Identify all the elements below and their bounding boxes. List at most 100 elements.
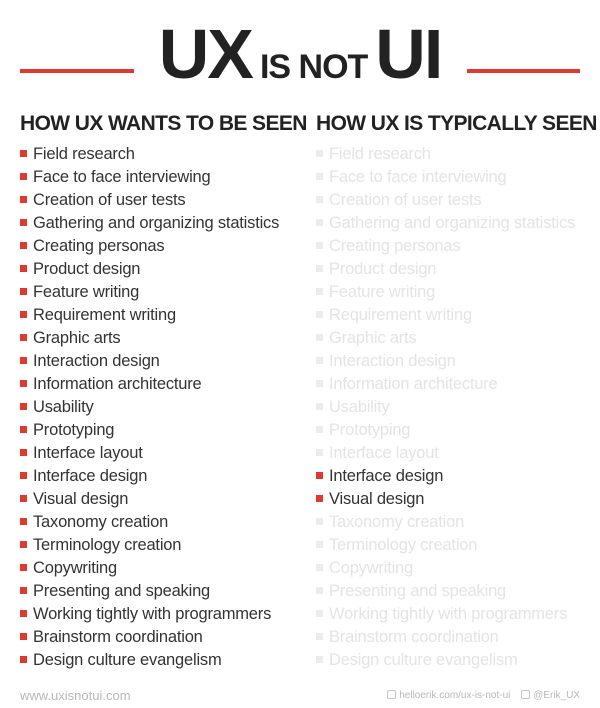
list-item: Product design: [20, 258, 279, 281]
list-item-label: Usability: [33, 398, 94, 416]
list-item-label: Visual design: [33, 490, 129, 508]
list-item-label: Information architecture: [329, 375, 498, 393]
list-item-label: Feature writing: [329, 283, 436, 301]
bullet-icon: [316, 518, 323, 526]
list-item: Information architecture: [20, 373, 279, 396]
credit-url-text: helloerik.com/ux-is-not-ui: [399, 690, 511, 701]
bullet-icon: [20, 495, 27, 503]
list-item: Gathering and organizing statistics: [316, 212, 575, 235]
bullet-icon: [20, 518, 27, 526]
page-title: UX IS NOT UI: [146, 14, 454, 94]
item-list-right: Field research Face to face interviewing C…: [316, 143, 575, 672]
list-item-label: Face to face interviewing: [329, 168, 507, 186]
list-item: Taxonomy creation: [316, 511, 575, 534]
bullet-icon: [316, 219, 323, 227]
footer-site-url[interactable]: www.uxisnotui.com: [20, 688, 131, 704]
credit-url[interactable]: helloerik.com/ux-is-not-ui: [387, 688, 510, 704]
bullet-icon: [316, 357, 323, 365]
list-item: Information architecture: [316, 373, 575, 396]
list-item: Brainstorm coordination: [316, 626, 575, 649]
list-item-label: Creating personas: [329, 237, 461, 255]
list-item-label: Design culture evangelism: [33, 651, 222, 669]
list-item: Field research: [316, 143, 575, 166]
list-item-label: Face to face interviewing: [33, 168, 211, 186]
list-item-label: Presenting and speaking: [329, 582, 507, 600]
list-item: Interface design: [316, 465, 575, 488]
column-heading-right: HOW UX IS TYPICALLY SEEN: [316, 112, 597, 135]
bullet-icon: [316, 656, 323, 664]
bullet-icon: [20, 403, 27, 411]
list-item-label: Design culture evangelism: [329, 651, 518, 669]
list-item: Usability: [20, 396, 279, 419]
list-item-label: Gathering and organizing statistics: [33, 214, 280, 232]
list-item-label: Graphic arts: [33, 329, 121, 347]
list-item-label: Gathering and organizing statistics: [329, 214, 576, 232]
bullet-icon: [316, 610, 323, 618]
bullet-icon: [316, 173, 323, 181]
bullet-icon: [20, 633, 27, 641]
column-wants-to-be-seen: HOW UX WANTS TO BE SEEN Field research Fa…: [20, 110, 307, 669]
list-item-label: Terminology creation: [33, 536, 182, 554]
column-typically-seen: HOW UX IS TYPICALLY SEEN Field research F…: [316, 110, 597, 669]
list-item-label: Brainstorm coordination: [329, 628, 499, 646]
bullet-icon: [316, 403, 323, 411]
list-item-label: Requirement writing: [33, 306, 176, 324]
list-item: Prototyping: [20, 419, 279, 442]
list-item: Field research: [20, 143, 279, 166]
list-item: Interface layout: [20, 442, 279, 465]
bullet-icon: [20, 656, 27, 664]
list-item-label: Taxonomy creation: [329, 513, 465, 531]
bullet-icon: [20, 334, 27, 342]
bullet-icon: [316, 288, 323, 296]
list-item-label: Creating personas: [33, 237, 165, 255]
list-item-label: Field research: [33, 145, 135, 163]
bullet-icon: [316, 449, 323, 457]
list-item-label: Terminology creation: [329, 536, 478, 554]
list-item: Working tightly with programmers: [20, 603, 279, 626]
list-item: Interaction design: [20, 350, 279, 373]
list-item: Design culture evangelism: [20, 649, 279, 672]
bullet-icon: [20, 541, 27, 549]
list-item: Presenting and speaking: [20, 580, 279, 603]
bullet-icon: [20, 380, 27, 388]
credit-handle[interactable]: @Erik_UX: [521, 688, 580, 704]
bullet-icon: [316, 495, 323, 503]
list-item-label: Interaction design: [33, 352, 160, 370]
list-item: Interaction design: [316, 350, 575, 373]
list-item-label: Interaction design: [329, 352, 456, 370]
list-item-label: Prototyping: [329, 421, 411, 439]
list-item: Usability: [316, 396, 575, 419]
title-ui: UI: [375, 15, 443, 93]
bullet-icon: [316, 587, 323, 595]
list-item: Face to face interviewing: [20, 166, 279, 189]
bullet-icon: [316, 150, 323, 158]
list-item-label: Visual design: [329, 490, 425, 508]
bullet-icon: [20, 173, 27, 181]
bullet-icon: [20, 196, 27, 204]
list-item: Creation of user tests: [20, 189, 279, 212]
list-item-label: Field research: [329, 145, 431, 163]
bullet-icon: [20, 357, 27, 365]
column-heading-left: HOW UX WANTS TO BE SEEN: [20, 112, 307, 135]
list-item-label: Interface layout: [33, 444, 143, 462]
list-item: Graphic arts: [316, 327, 575, 350]
bullet-icon: [20, 587, 27, 595]
list-item: Graphic arts: [20, 327, 279, 350]
list-item: Feature writing: [316, 281, 575, 304]
bullet-icon: [20, 288, 27, 296]
bullet-icon: [316, 242, 323, 250]
list-item-label: Requirement writing: [329, 306, 472, 324]
bullet-icon: [316, 633, 323, 641]
list-item: Product design: [316, 258, 575, 281]
footer-credits: helloerik.com/ux-is-not-ui @Erik_UX: [379, 688, 580, 704]
list-item: Interface design: [20, 465, 279, 488]
bullet-icon: [316, 380, 323, 388]
list-item: Requirement writing: [316, 304, 575, 327]
list-item: Taxonomy creation: [20, 511, 279, 534]
bullet-icon: [20, 311, 27, 319]
title-rule-left: [20, 69, 134, 73]
item-list-left: Field research Face to face interviewing C…: [20, 143, 279, 672]
list-item: Face to face interviewing: [316, 166, 575, 189]
twitter-icon: [521, 689, 531, 699]
list-item-label: Product design: [33, 260, 141, 278]
